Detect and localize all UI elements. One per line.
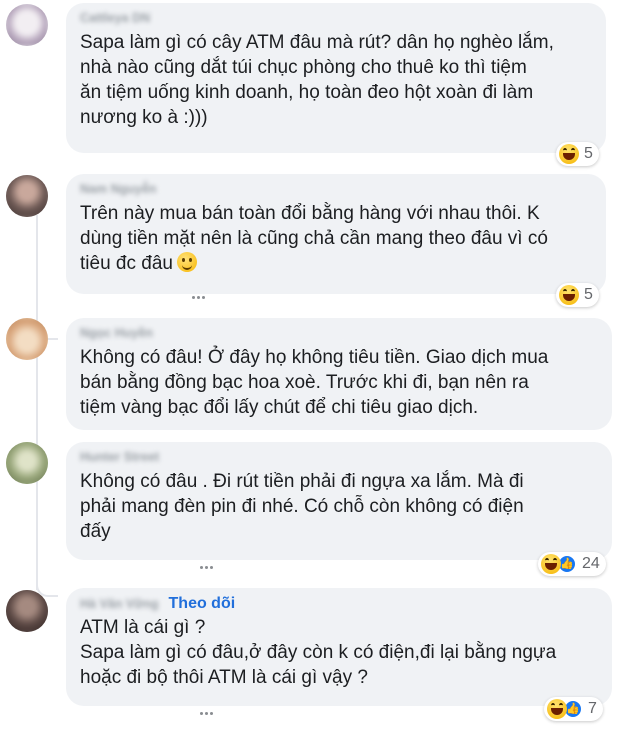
reaction-count: 24 [582, 555, 600, 572]
comment-bubble: Ngọc Huyền Không có đâu! Ở đây họ không … [66, 318, 612, 430]
avatar[interactable] [6, 175, 48, 217]
reaction-summary[interactable]: 👍 24 [538, 552, 606, 576]
follow-link[interactable]: Theo dõi [169, 595, 236, 612]
avatar[interactable] [6, 318, 48, 360]
comment-bubble: Hà Văn Vững Theo dõi ATM là cái gì ? Sapa… [66, 588, 612, 706]
reaction-count: 5 [584, 145, 593, 162]
comment-author: Hà Văn Vững Theo dõi [80, 594, 598, 613]
comment-bubble: Nam Nguyễn Trên này mua bán toàn đổi bằn… [66, 174, 606, 294]
comment-bubble: Cattleya DN Sapa làm gì có cây ATM đâu m… [66, 3, 606, 153]
reaction-summary[interactable]: 👍 7 [544, 697, 603, 721]
haha-reaction-icon [547, 699, 567, 719]
comment-author[interactable]: Cattleya DN [80, 9, 592, 28]
reaction-count: 5 [584, 286, 593, 303]
comment-author[interactable]: Nam Nguyễn [80, 180, 592, 199]
more-options-icon[interactable] [192, 296, 195, 299]
smile-emoji-icon [176, 252, 197, 272]
more-options-icon[interactable] [200, 566, 203, 569]
comment-author[interactable]: Hunter Street [80, 448, 598, 467]
haha-reaction-icon [559, 144, 579, 164]
avatar[interactable] [6, 442, 48, 484]
avatar[interactable] [6, 4, 48, 46]
reaction-summary[interactable]: 5 [556, 283, 599, 307]
thread-line [36, 215, 38, 590]
comment-text: Không có đâu . Đi rút tiền phải đi ngựa … [80, 471, 524, 542]
haha-reaction-icon [559, 285, 579, 305]
haha-reaction-icon [541, 554, 561, 574]
comment-text: ATM là cái gì ? Sapa làm gì có đâu,ở đây… [80, 617, 557, 688]
reaction-summary[interactable]: 5 [556, 142, 599, 166]
author-name[interactable]: Hà Văn Vững [80, 595, 159, 614]
comment-text: Trên này mua bán toàn đổi bằng hàng với … [80, 203, 548, 274]
comment-bubble: Hunter Street Không có đâu . Đi rút tiền… [66, 442, 612, 560]
comment-text: Không có đâu! Ở đây họ không tiêu tiền. … [80, 347, 549, 418]
comment-text: Sapa làm gì có cây ATM đâu mà rút? dân h… [80, 32, 554, 128]
avatar[interactable] [6, 590, 48, 632]
more-options-icon[interactable] [200, 712, 203, 715]
reaction-count: 7 [588, 700, 597, 717]
comment-author[interactable]: Ngọc Huyền [80, 324, 598, 343]
